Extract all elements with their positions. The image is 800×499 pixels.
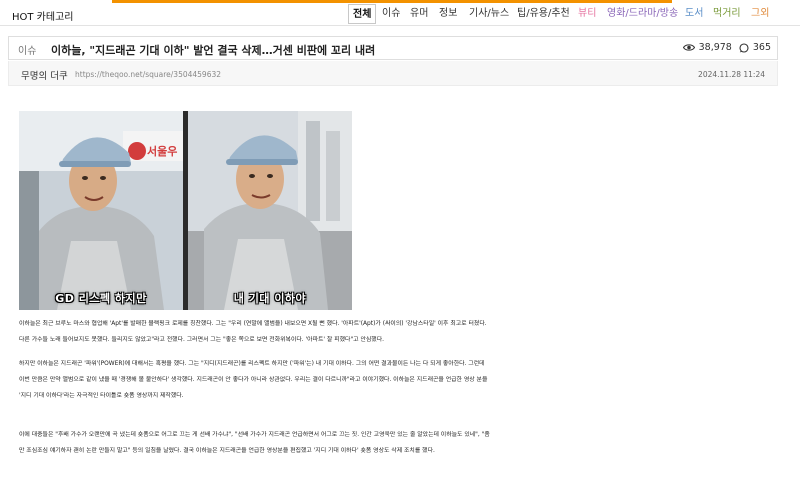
article-title: 이하늘, "지드래곤 기대 이하" 발언 결국 삭제…거센 비판에 꼬리 내려 xyxy=(51,44,376,57)
comment-count[interactable]: 365 xyxy=(753,42,771,53)
article-stats: 38,978 365 xyxy=(682,42,771,53)
article-meta: 무명의 더쿠 https://theqoo.net/square/3504459… xyxy=(8,61,778,86)
nav-item-movie-drama[interactable]: 영화/드라마/방송 xyxy=(603,4,682,24)
caption-left: GD 리스펙 하지만 xyxy=(55,292,147,305)
video-frame-left: 서울우 GD 리스펙 하지만 xyxy=(19,111,183,310)
view-count: 38,978 xyxy=(698,42,732,53)
author-name: 무명의 더쿠 xyxy=(21,71,68,82)
nav-item-all[interactable]: 전체 xyxy=(348,4,377,24)
paragraph-3-line-2: 만 조심조심 얘기하자 괜히 논란 만들지 말고" 등의 일침을 날렸다. 결국… xyxy=(19,448,435,454)
nav-item-issue[interactable]: 이슈 xyxy=(378,4,404,24)
paragraph-2: 하지만 이하늘은 지드래곤 '파워'(POWER)에 대해서는 혹평을 했다. … xyxy=(19,356,781,404)
eye-icon xyxy=(682,43,695,52)
nav-item-food[interactable]: 먹거리 xyxy=(709,4,745,24)
post-date: 2024.11.28 11:24 xyxy=(698,70,765,79)
nav-item-humor[interactable]: 유머 xyxy=(406,4,432,24)
article-url[interactable]: https://theqoo.net/square/3504459632 xyxy=(75,70,221,79)
nav-item-tips[interactable]: 팁/유용/추천 xyxy=(513,4,574,24)
paragraph-1: 이하늘은 최근 브루노 마스와 협업해 'Apt'를 발매한 블랙핑크 로제를 … xyxy=(19,316,781,348)
svg-text:서울우: 서울우 xyxy=(147,144,177,158)
paragraph-3-line-1: 이에 대중들은 "후배 가수가 오랜만에 곡 냈는데 숏폼으로 어그로 끄는 게… xyxy=(19,432,490,438)
paragraph-1-line-1: 이하늘은 최근 브루노 마스와 협업해 'Apt'를 발매한 블랙핑크 로제를 … xyxy=(19,321,487,327)
paragraph-2-line-1: 하지만 이하늘은 지드래곤 '파워'(POWER)에 대해서는 혹평을 했다. … xyxy=(19,361,485,367)
article-category[interactable]: 이슈 xyxy=(18,42,36,57)
caption-right: 내 기대 이하야 xyxy=(233,292,307,305)
comment-icon xyxy=(739,42,749,53)
nav-item-beauty[interactable]: 뷰티 xyxy=(574,4,600,24)
category-nav: HOT 카테고리 전체 이슈 유머 정보 기사/뉴스 팁/유용/추천 뷰티 영화… xyxy=(0,0,800,26)
nav-item-info[interactable]: 정보 xyxy=(435,4,461,24)
nav-item-others[interactable]: 그외 xyxy=(747,4,773,24)
article-header: 이슈 이하늘, "지드래곤 기대 이하" 발언 결국 삭제…거센 비판에 꼬리 … xyxy=(8,36,778,60)
paragraph-1-line-2: 다른 가수들 노래 들어보지도 못했다. 들리지도 않았고"라고 전했다. 그러… xyxy=(19,337,385,343)
article-image: 서울우 GD 리스펙 하지만 내 기대 이하야 xyxy=(19,111,352,310)
nav-item-news[interactable]: 기사/뉴스 xyxy=(465,4,513,24)
nav-item-books[interactable]: 도서 xyxy=(681,4,707,24)
paragraph-2-line-3: '지디 기대 이하다'라는 자극적인 타이틀로 숏폼 영상까지 제작했다. xyxy=(19,393,184,399)
hot-category-label: HOT 카테고리 xyxy=(12,12,74,23)
paragraph-2-line-2: 이번 만큼은 만약 앨범으로 같이 냈을 때 '경쟁해 볼 불안하다' 생각했다… xyxy=(19,377,488,383)
video-frame-right: 내 기대 이하야 xyxy=(188,111,352,310)
paragraph-3: 이에 대중들은 "후배 가수가 오랜만에 곡 냈는데 숏폼으로 어그로 끄는 게… xyxy=(19,427,781,459)
